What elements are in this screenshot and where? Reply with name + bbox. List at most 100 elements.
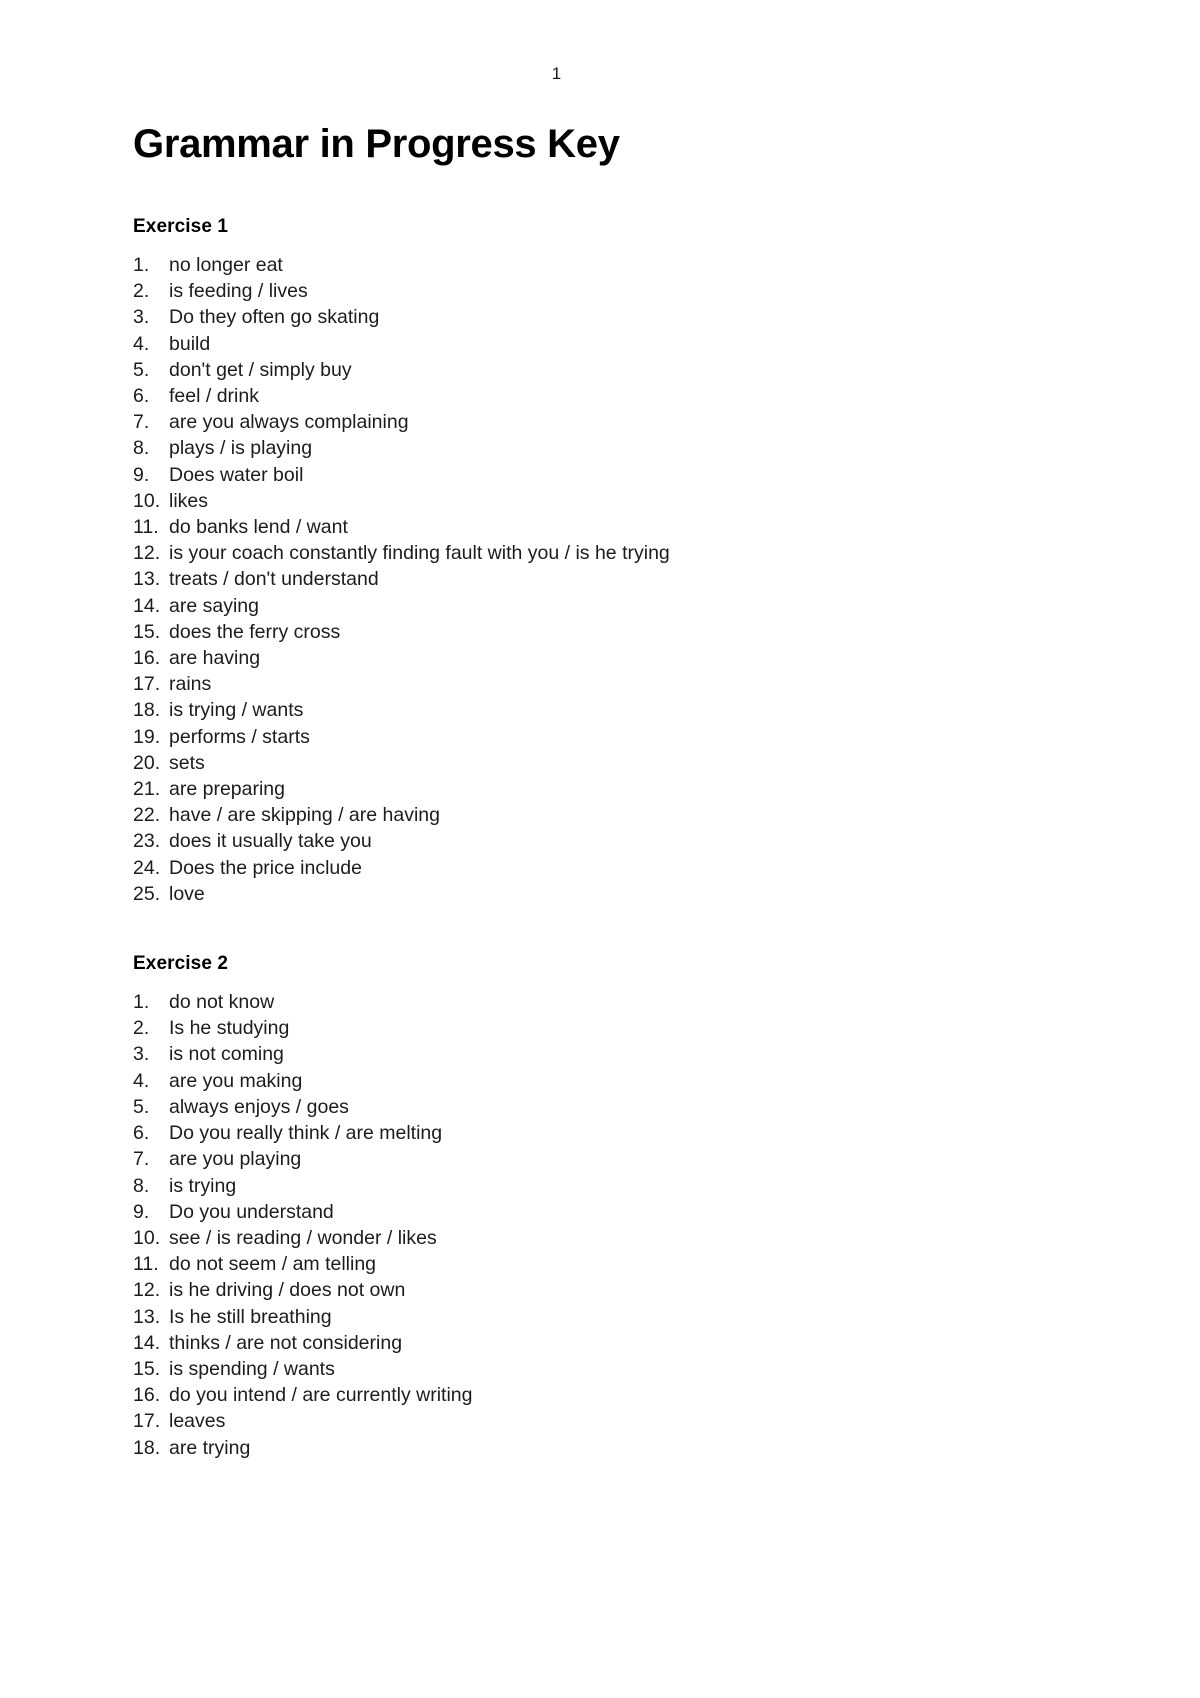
list-item-text: are preparing bbox=[169, 778, 285, 801]
list-item-text: sets bbox=[169, 751, 205, 774]
list-item-number: 4. bbox=[133, 1069, 150, 1092]
list-item-number: 1. bbox=[133, 991, 150, 1014]
list-item-number: 13. bbox=[133, 568, 161, 591]
list-item: 5. don't get / simply buy bbox=[133, 357, 1093, 383]
list-item-text: is trying bbox=[169, 1174, 237, 1197]
list-item-text: does the ferry cross bbox=[169, 620, 341, 643]
list-item: 7. are you playing bbox=[133, 1146, 1093, 1172]
list-item: 9. Does water boil bbox=[133, 462, 1093, 488]
list-item-text: is not coming bbox=[169, 1043, 284, 1066]
list-item-text: don't get / simply buy bbox=[169, 358, 352, 381]
page-number: 1 bbox=[551, 64, 562, 83]
list-item-text: leaves bbox=[169, 1410, 226, 1433]
list-item: 15. does the ferry cross bbox=[133, 619, 1093, 645]
list-item-text: is feeding / lives bbox=[169, 280, 308, 303]
list-item-text: Does water boil bbox=[169, 463, 304, 486]
list-item-number: 22. bbox=[133, 804, 161, 827]
list-item: 17. leaves bbox=[133, 1408, 1093, 1434]
list-item: 7. are you always complaining bbox=[133, 409, 1093, 435]
list-item: 14. thinks / are not considering bbox=[133, 1330, 1093, 1356]
list-item-number: 11. bbox=[133, 1253, 159, 1276]
list-item-text: do you intend / are currently writing bbox=[169, 1384, 473, 1407]
list-item-text: rains bbox=[169, 673, 212, 696]
answer-list-exercise-1: 1. no longer eat 2. is feeding / lives 3. Do … bbox=[133, 252, 1093, 907]
list-item: 1. do not know bbox=[133, 989, 1093, 1015]
list-item-text: is he driving / does not own bbox=[169, 1279, 406, 1302]
list-item-number: 10. bbox=[133, 1226, 161, 1249]
list-item: 4. build bbox=[133, 331, 1093, 357]
list-item-text: do not seem / am telling bbox=[169, 1253, 377, 1276]
list-item: 18. are trying bbox=[133, 1435, 1093, 1461]
list-item: 10. likes bbox=[133, 488, 1093, 514]
list-item: 23. does it usually take you bbox=[133, 828, 1093, 854]
document-body: Grammar in Progress Key Exercise 1 1. no … bbox=[133, 120, 1093, 1461]
list-item-number: 20. bbox=[133, 751, 161, 774]
list-item: 4. are you making bbox=[133, 1068, 1093, 1094]
list-item-number: 17. bbox=[133, 673, 161, 696]
list-item-number: 7. bbox=[133, 1148, 150, 1171]
list-item-text: Do you really think / are melting bbox=[169, 1122, 443, 1145]
list-item-text: Is he studying bbox=[169, 1017, 290, 1040]
list-item-text: are trying bbox=[169, 1436, 251, 1459]
section-exercise-2: Exercise 2 1. do not know 2. Is he studying… bbox=[133, 953, 1093, 1461]
list-item-number: 25. bbox=[133, 882, 161, 905]
list-item-number: 15. bbox=[133, 620, 161, 643]
list-item: 3. Do they often go skating bbox=[133, 304, 1093, 330]
list-item-number: 15. bbox=[133, 1357, 161, 1380]
list-item-number: 6. bbox=[133, 1122, 150, 1145]
list-item: 11. do banks lend / want bbox=[133, 514, 1093, 540]
list-item-text: Does the price include bbox=[169, 856, 362, 879]
list-item: 8. is trying bbox=[133, 1173, 1093, 1199]
section-heading-exercise-2: Exercise 2 bbox=[133, 953, 229, 975]
list-item-number: 24. bbox=[133, 856, 161, 879]
list-item: 5. always enjoys / goes bbox=[133, 1094, 1093, 1120]
list-item: 15. is spending / wants bbox=[133, 1356, 1093, 1382]
list-item: 2. is feeding / lives bbox=[133, 278, 1093, 304]
list-item-number: 18. bbox=[133, 1436, 161, 1459]
answer-list-exercise-2: 1. do not know 2. Is he studying 3. is not co… bbox=[133, 989, 1093, 1461]
list-item-text: does it usually take you bbox=[169, 830, 372, 853]
list-item: 16. do you intend / are currently writing bbox=[133, 1382, 1093, 1408]
list-item-number: 2. bbox=[133, 280, 150, 303]
list-item-text: treats / don't understand bbox=[169, 568, 379, 591]
list-item: 19. performs / starts bbox=[133, 724, 1093, 750]
list-item: 20. sets bbox=[133, 750, 1093, 776]
list-item-text: likes bbox=[169, 489, 209, 512]
list-item: 14. are saying bbox=[133, 593, 1093, 619]
list-item-number: 21. bbox=[133, 778, 161, 801]
list-item-number: 9. bbox=[133, 463, 150, 486]
section-exercise-1: Exercise 1 1. no longer eat 2. is feeding /… bbox=[133, 216, 1093, 907]
list-item: 9. Do you understand bbox=[133, 1199, 1093, 1225]
list-item-text: Do you understand bbox=[169, 1200, 334, 1223]
list-item-text: performs / starts bbox=[169, 725, 310, 748]
list-item-text: Is he still breathing bbox=[169, 1305, 332, 1328]
list-item: 24. Does the price include bbox=[133, 855, 1093, 881]
list-item-text: are you always complaining bbox=[169, 411, 409, 434]
list-item: 3. is not coming bbox=[133, 1041, 1093, 1067]
list-item-number: 8. bbox=[133, 1174, 150, 1197]
list-item-text: are saying bbox=[169, 594, 259, 617]
list-item: 17. rains bbox=[133, 671, 1093, 697]
list-item-text: build bbox=[169, 332, 211, 355]
list-item-number: 16. bbox=[133, 1384, 161, 1407]
list-item-number: 5. bbox=[133, 1095, 150, 1118]
list-item-number: 1. bbox=[133, 254, 150, 276]
list-item-text: do not know bbox=[169, 991, 275, 1014]
list-item-text: is spending / wants bbox=[169, 1357, 335, 1380]
list-item-number: 3. bbox=[133, 1043, 150, 1066]
document-page: 1 Grammar in Progress Key Exercise 1 1. n… bbox=[0, 0, 1200, 1698]
list-item: 13. treats / don't understand bbox=[133, 566, 1093, 592]
list-item-number: 16. bbox=[133, 647, 161, 670]
list-item-text: feel / drink bbox=[169, 385, 259, 408]
list-item-number: 11. bbox=[133, 516, 159, 539]
list-item: 10. see / is reading / wonder / likes bbox=[133, 1225, 1093, 1251]
list-item-text: thinks / are not considering bbox=[169, 1331, 403, 1354]
list-item: 2. Is he studying bbox=[133, 1015, 1093, 1041]
list-item-text: are you making bbox=[169, 1069, 303, 1092]
list-item-number: 14. bbox=[133, 1331, 161, 1354]
list-item-number: 19. bbox=[133, 725, 161, 748]
list-item-number: 18. bbox=[133, 699, 161, 722]
list-item-number: 6. bbox=[133, 385, 150, 408]
list-item-text: always enjoys / goes bbox=[169, 1095, 349, 1118]
list-item-number: 4. bbox=[133, 332, 150, 355]
